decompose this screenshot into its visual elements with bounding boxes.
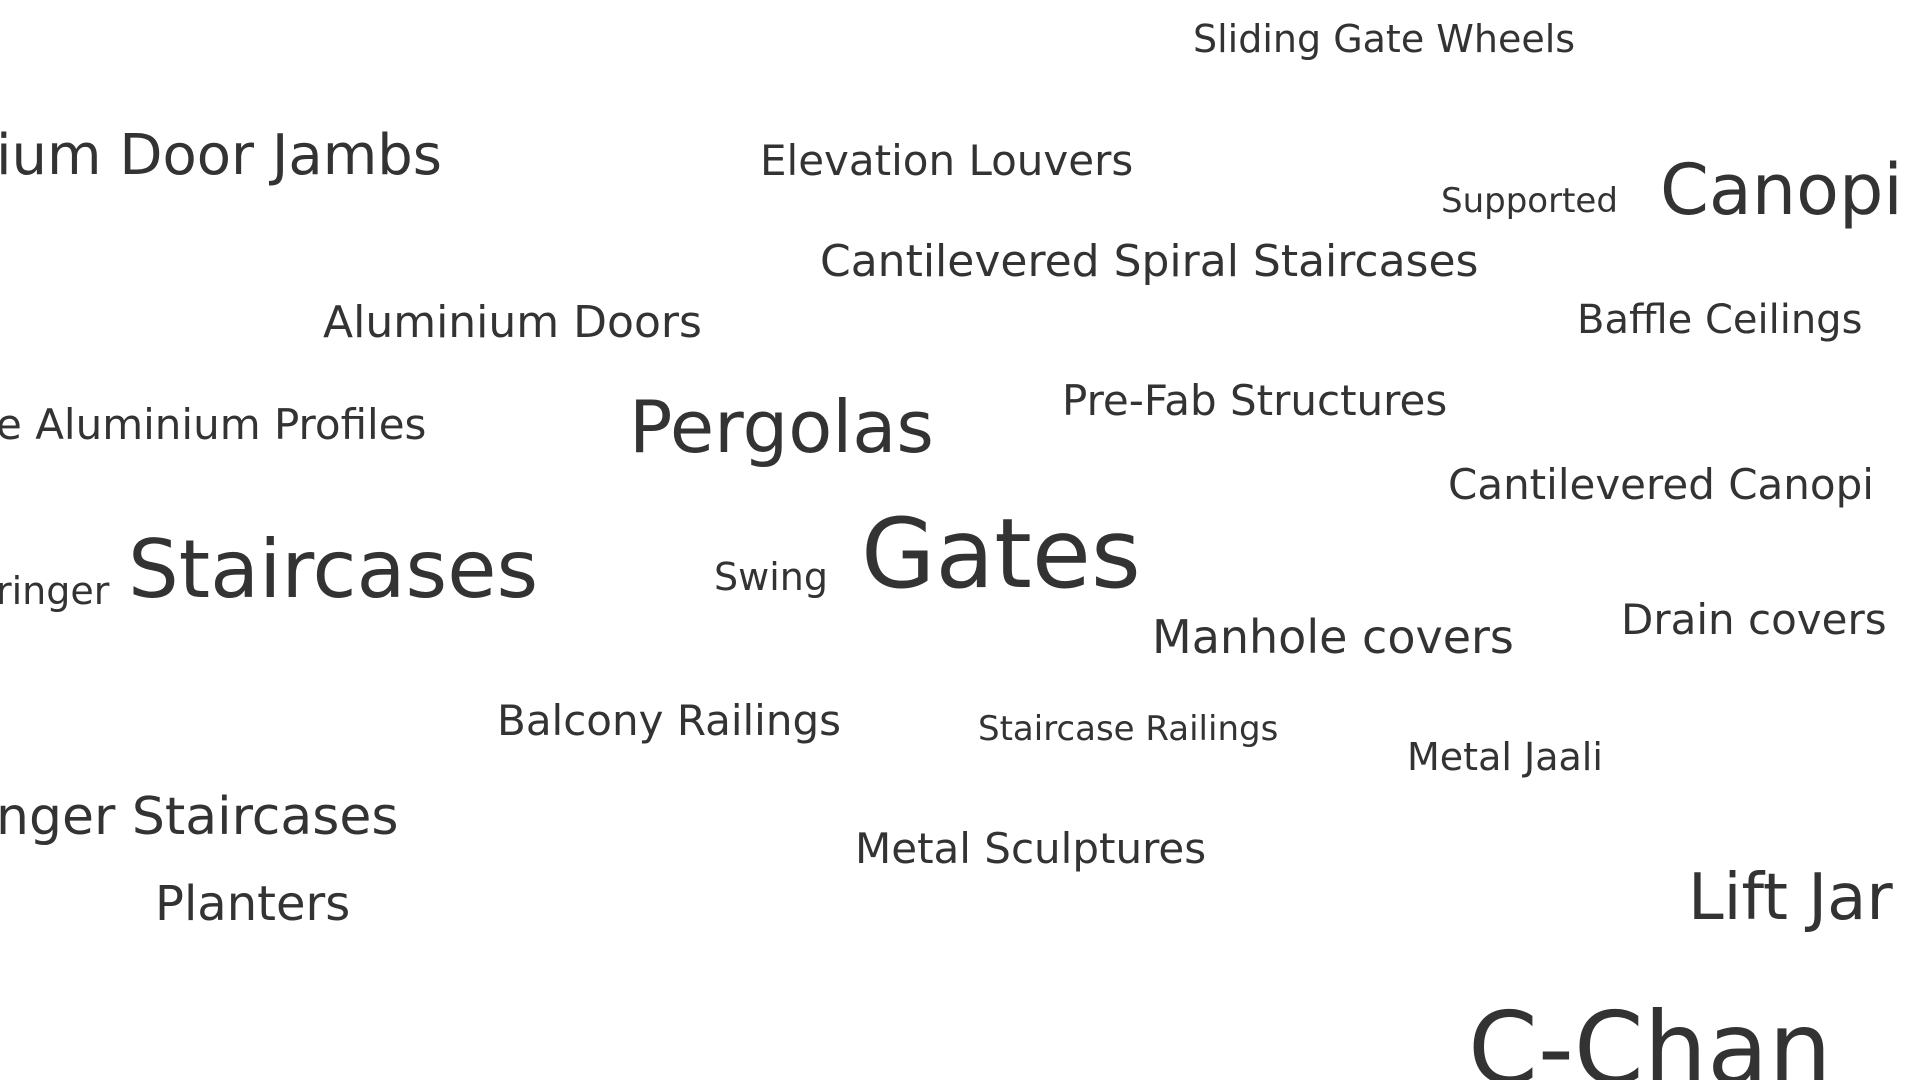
word-metal-jaali: Metal Jaali [1407,735,1603,779]
word-staircases: Staircases [128,523,539,616]
word-supported: Supported [1441,181,1618,221]
word-gates: Gates [861,498,1141,610]
word-planters: Planters [155,876,351,932]
word-canopies: Canopi [1660,149,1903,231]
word-swing: Swing [714,555,828,599]
word-baffle-ceilings: Baffle Ceilings [1577,297,1863,343]
word-balcony-railings: Balcony Railings [497,696,841,745]
word-cantilevered-spiral-staircases: Cantilevered Spiral Staircases [820,236,1479,287]
word-aluminium-doors: Aluminium Doors [323,297,702,348]
word-cloud: Sliding Gate Wheels ium Door Jambs Eleva… [0,0,1920,1080]
word-aluminium-door-jambs: ium Door Jambs [0,123,442,188]
word-metal-sculptures: Metal Sculptures [855,824,1207,873]
word-drain-covers: Drain covers [1621,595,1887,644]
word-sliding-gate-wheels: Sliding Gate Wheels [1193,17,1576,61]
word-manhole-covers: Manhole covers [1152,610,1514,664]
word-aluminium-profiles: e Aluminium Profiles [0,400,427,449]
word-lift-jambs: Lift Jar [1688,861,1893,935]
word-stringer: ringer [0,569,110,613]
word-pre-fab-structures: Pre-Fab Structures [1062,376,1448,425]
word-pergolas: Pergolas [629,385,934,469]
word-c-channels: C-Chan [1468,990,1832,1080]
word-stringer-staircases: nger Staircases [0,787,399,847]
word-staircase-railings: Staircase Railings [978,709,1279,749]
word-elevation-louvers: Elevation Louvers [760,136,1134,185]
word-cantilevered-canopies: Cantilevered Canopi [1448,460,1874,509]
